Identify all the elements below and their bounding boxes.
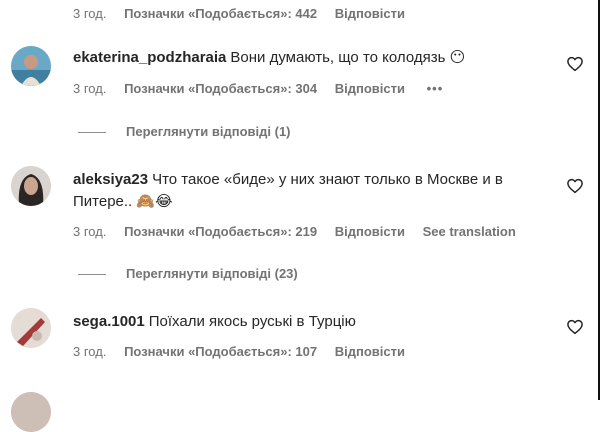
view-replies-button[interactable]: Переглянути відповіді (1) [78, 124, 291, 139]
comment-meta-previous: 3 год. Позначки «Подобається»: 442 Відпо… [73, 6, 419, 21]
avatar[interactable] [11, 166, 51, 206]
comment-likes-count[interactable]: Позначки «Подобається»: 219 [124, 224, 317, 239]
comment-body: aleksiya23 Что такое «биде» у них знают т… [73, 169, 543, 213]
comment-text: Поїхали якось руські в Турцію [148, 313, 356, 330]
comment-meta: 3 год. Позначки «Подобається»: 219 Відпо… [73, 224, 530, 239]
view-replies-button[interactable]: Переглянути відповіді (23) [78, 266, 298, 281]
avatar[interactable] [11, 46, 51, 86]
reply-button[interactable]: Відповісти [335, 6, 405, 21]
comment-meta: 3 год. Позначки «Подобається»: 107 Відпо… [73, 344, 419, 359]
comment-body: sega.1001 Поїхали якось руські в Турцію [73, 311, 553, 333]
comment-body: ekaterina_podzharaia Вони думають, що то … [73, 47, 553, 69]
comment-time: 3 год. [73, 6, 107, 21]
avatar-image [11, 392, 51, 432]
avatar-image [11, 308, 51, 348]
avatar[interactable] [11, 392, 51, 432]
replies-divider [78, 274, 106, 276]
see-translation-button[interactable]: See translation [423, 224, 516, 239]
comment-username[interactable]: sega.1001 [73, 313, 145, 330]
comment-time: 3 год. [73, 224, 107, 239]
comment-text: Вони думають, що то колодязь 😶 [230, 49, 466, 66]
more-options-icon[interactable]: ••• [427, 81, 444, 96]
view-replies-label: Переглянути відповіді (1) [126, 124, 291, 139]
comment-username[interactable]: aleksiya23 [73, 171, 148, 188]
heart-icon[interactable] [566, 55, 584, 73]
avatar-image [11, 166, 51, 206]
avatar-image [11, 46, 51, 86]
view-replies-label: Переглянути відповіді (23) [126, 266, 298, 281]
reply-button[interactable]: Відповісти [335, 81, 405, 96]
avatar[interactable] [11, 308, 51, 348]
comment-time: 3 год. [73, 81, 107, 96]
comment-username[interactable]: ekaterina_podzharaia [73, 49, 226, 66]
comment-time: 3 год. [73, 344, 107, 359]
reply-button[interactable]: Відповісти [335, 344, 405, 359]
comment-likes-count[interactable]: Позначки «Подобається»: 107 [124, 344, 317, 359]
comment-meta: 3 год. Позначки «Подобається»: 304 Відпо… [73, 81, 457, 96]
comment-likes-count[interactable]: Позначки «Подобається»: 304 [124, 81, 317, 96]
heart-icon[interactable] [566, 177, 584, 195]
replies-divider [78, 132, 106, 134]
heart-icon[interactable] [566, 318, 584, 336]
reply-button[interactable]: Відповісти [335, 224, 405, 239]
comment-likes-count[interactable]: Позначки «Подобається»: 442 [124, 6, 317, 21]
